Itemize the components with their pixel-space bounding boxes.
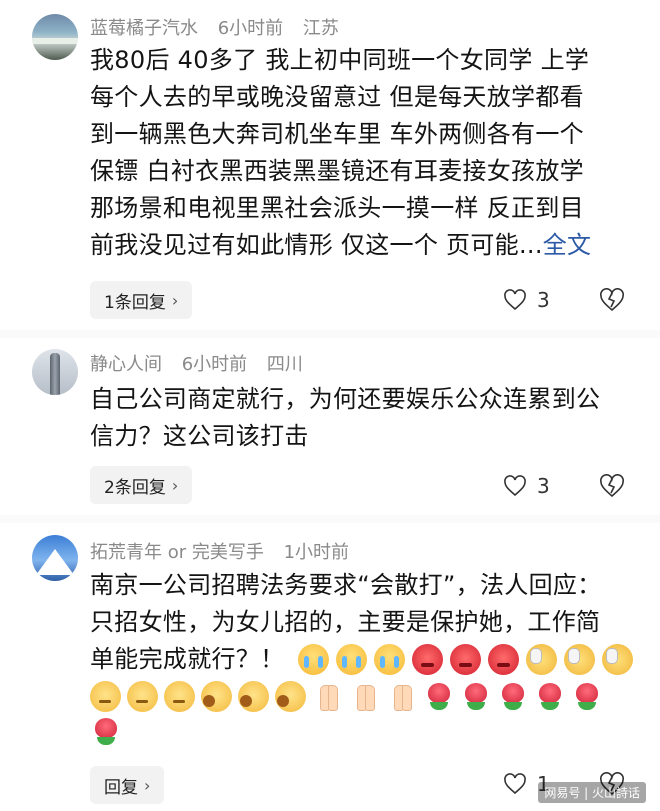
heart-icon <box>504 773 526 795</box>
crying-emoji-icon <box>336 644 367 675</box>
post-time: 6小时前 <box>181 354 248 375</box>
username[interactable]: 静心人间 <box>90 354 162 375</box>
rose-emoji-icon <box>460 681 491 712</box>
comment-meta: 蓝莓橘子汽水 6小时前 江苏 <box>90 14 353 40</box>
watermark: 网易号 | 火山詩话 <box>538 782 646 803</box>
rose-emoji-icon <box>497 681 528 712</box>
crying-emoji-icon <box>298 644 329 675</box>
text-line: 信力？这公司该打击 <box>90 422 309 450</box>
reply-count-button[interactable]: 2条回复 › <box>90 466 193 504</box>
reply-label: 2条回复 <box>104 477 166 498</box>
pray-emoji-icon <box>349 681 380 712</box>
text-line: 那场景和电视里黑社会派头一摸一样 反正到目 <box>90 194 584 222</box>
reply-label: 回复 <box>104 777 138 798</box>
divider <box>0 515 660 523</box>
smirk-emoji-icon <box>127 681 158 712</box>
emoji-row-1 <box>298 644 633 675</box>
text-line: 到一辆黑色大奔司机坐车里 车外两侧各有一个 <box>90 120 584 148</box>
comment-meta: 静心人间 6小时前 四川 <box>90 350 317 376</box>
avatar-tower <box>50 353 60 395</box>
divider <box>0 330 660 338</box>
facepalm-emoji-icon <box>602 644 633 675</box>
avatar[interactable] <box>32 535 78 581</box>
pray-emoji-icon <box>312 681 343 712</box>
text-line: 南京一公司招聘法务要求“会散打”，法人回应： <box>90 571 602 599</box>
sleeping-emoji-icon <box>275 681 306 712</box>
crying-emoji-icon <box>374 644 405 675</box>
text-line: 只招女性，为女儿招的，主要是保护她，工作简 <box>90 608 601 636</box>
reply-label: 1条回复 <box>104 292 166 313</box>
text-line-last: 前我没见过有如此情形 仅这一个 页可能...全文 <box>90 227 630 264</box>
heart-icon <box>504 289 526 311</box>
post-time: 1小时前 <box>283 542 350 563</box>
text-line: 每个人去的早或晚没留意过 但是每天放学都看 <box>90 83 584 111</box>
username[interactable]: 蓝莓橘子汽水 <box>90 18 198 39</box>
avatar[interactable] <box>32 349 78 395</box>
comment-text: 我80后 40多了 我上初中同班一个女同学 上学 每个人去的早或晚没留意过 但是… <box>90 42 630 264</box>
heart-icon <box>504 475 526 497</box>
like-count: 3 <box>537 288 550 312</box>
avatar-mountain <box>36 549 74 575</box>
angry-emoji-icon <box>488 644 519 675</box>
emoji-row-2 <box>90 681 602 712</box>
sleeping-emoji-icon <box>238 681 269 712</box>
like-count: 3 <box>537 474 550 498</box>
facepalm-emoji-icon <box>526 644 557 675</box>
chevron-right-icon: › <box>144 775 151 795</box>
location: 江苏 <box>302 18 339 39</box>
text-line: 自己公司商定就行，为何还要娱乐公众连累到公 <box>90 385 601 413</box>
emoji-row-3 <box>90 716 121 747</box>
angry-emoji-icon <box>412 644 443 675</box>
reply-count-button[interactable]: 1条回复 › <box>90 281 193 319</box>
pray-emoji-icon <box>386 681 417 712</box>
fulltext-link[interactable]: 全文 <box>543 231 592 259</box>
text-line-content: 前我没见过有如此情形 仅这一个 页可能... <box>90 231 543 259</box>
reply-button[interactable]: 回复 › <box>90 766 165 804</box>
broken-heart-icon[interactable] <box>599 288 625 312</box>
comment-meta: 拓荒青年 or 完美写手 1小时前 <box>90 538 363 564</box>
smirk-emoji-icon <box>164 681 195 712</box>
text-line: 我80后 40多了 我上初中同班一个女同学 上学 <box>90 46 590 74</box>
broken-heart-icon[interactable] <box>599 474 625 498</box>
rose-emoji-icon <box>423 681 454 712</box>
facepalm-emoji-icon <box>564 644 595 675</box>
avatar-landscape <box>32 38 78 44</box>
sleeping-emoji-icon <box>201 681 232 712</box>
avatar[interactable] <box>32 14 78 60</box>
username[interactable]: 拓荒青年 or 完美写手 <box>90 542 264 563</box>
comment-text: 自己公司商定就行，为何还要娱乐公众连累到公 信力？这公司该打击 <box>90 381 630 455</box>
like-button[interactable]: 3 <box>503 288 550 312</box>
chevron-right-icon: › <box>171 475 179 495</box>
text-line: 保镖 白衬衣黑西装黑墨镜还有耳麦接女孩放学 <box>90 157 584 185</box>
rose-emoji-icon <box>534 681 565 712</box>
post-time: 6小时前 <box>217 18 284 39</box>
location: 四川 <box>266 354 303 375</box>
like-button[interactable]: 3 <box>503 474 550 498</box>
rose-emoji-icon <box>571 681 602 712</box>
rose-emoji-icon <box>90 716 121 747</box>
chevron-right-icon: › <box>171 290 179 310</box>
smirk-emoji-icon <box>90 681 121 712</box>
angry-emoji-icon <box>450 644 481 675</box>
